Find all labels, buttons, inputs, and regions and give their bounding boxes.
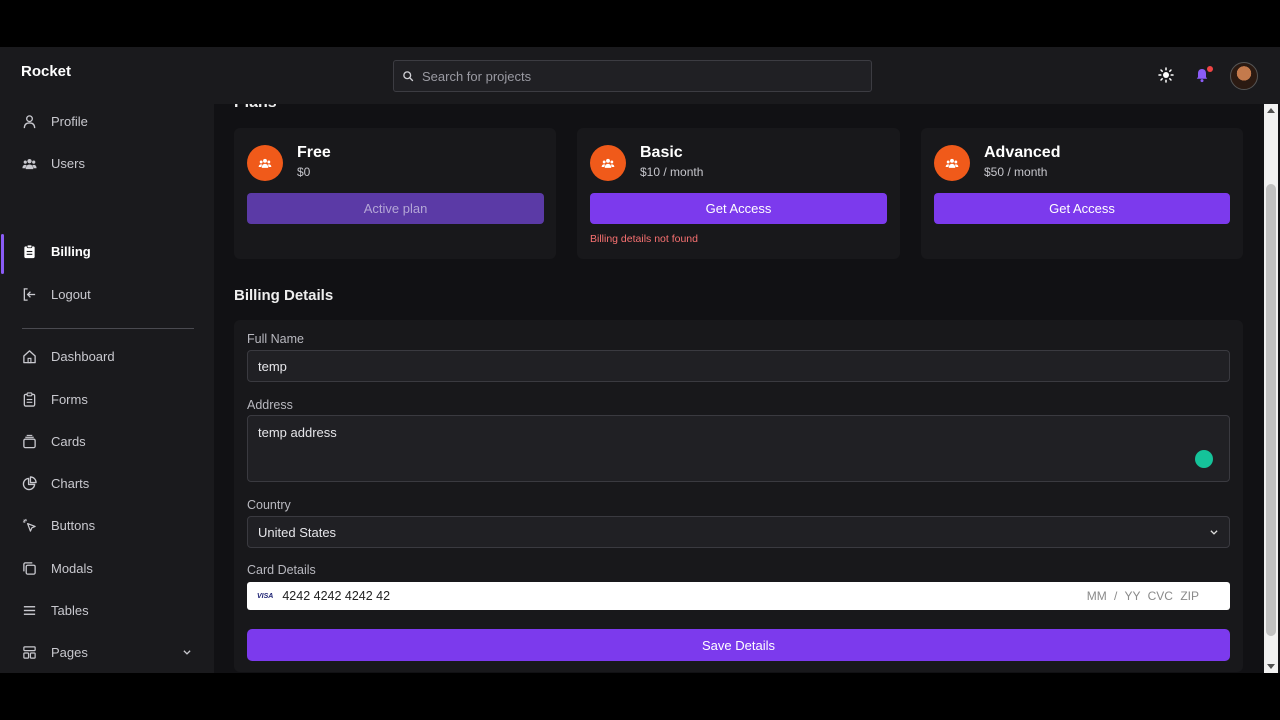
sidebar-item-label: Billing (51, 243, 91, 259)
plan-price: $50 / month (984, 165, 1048, 179)
sidebar-item-label: Cards (51, 433, 86, 449)
notification-dot (1207, 66, 1213, 72)
active-plan-button: Active plan (247, 193, 544, 224)
country-select[interactable]: United States (247, 516, 1230, 548)
card-details-field[interactable]: VISA 4242 4242 4242 42 MM / YY CVC ZIP (247, 582, 1230, 610)
chevron-down-icon (1210, 530, 1218, 535)
address-field[interactable]: temp address (247, 415, 1230, 482)
users-icon (258, 158, 272, 168)
sidebar-item-forms[interactable]: Forms (0, 382, 214, 416)
sidebar-divider (22, 328, 194, 329)
plan-name: Free (297, 144, 331, 161)
save-details-button[interactable]: Save Details (247, 629, 1230, 661)
sidebar-item-label: Charts (51, 475, 90, 491)
address-label: Address (247, 398, 293, 412)
plan-badge (590, 145, 626, 181)
search-input[interactable] (422, 68, 842, 84)
pie-chart-icon (22, 475, 37, 490)
sun-icon[interactable] (1158, 67, 1174, 83)
plan-badge (247, 145, 283, 181)
sidebar-item-dashboard[interactable]: Dashboard (0, 339, 214, 373)
country-label: Country (247, 498, 291, 512)
sidebar-item-tables[interactable]: Tables (0, 593, 214, 627)
error-message: Billing details not found (590, 233, 698, 245)
sidebar-item-label: Buttons (51, 517, 96, 533)
card-details-label: Card Details (247, 563, 316, 577)
visa-card-icon: VISA (257, 592, 274, 600)
address-value: temp address (258, 425, 337, 440)
sidebar-item-label: Logout (51, 286, 91, 302)
plan-price: $0 (297, 165, 311, 179)
plan-price: $10 / month (640, 165, 704, 179)
scrollbar-thumb[interactable] (1266, 184, 1276, 636)
sidebar-item-label: Tables (51, 602, 89, 618)
chevron-down-icon (183, 650, 191, 655)
user-icon (23, 114, 36, 128)
home-icon (23, 349, 36, 363)
clipboard-icon (24, 244, 35, 258)
plan-name: Advanced (984, 144, 1061, 161)
card-expiry-input[interactable]: MM / YY (1087, 589, 1141, 603)
sidebar-item-label: Forms (51, 391, 88, 407)
logout-icon (23, 287, 36, 301)
cards-icon (23, 434, 36, 448)
plan-name: Basic (640, 144, 683, 161)
get-access-button[interactable]: Get Access (934, 193, 1230, 224)
sidebar: Profile Users Billing Logout Dashboard F… (0, 104, 214, 673)
sidebar-item-billing[interactable]: Billing (0, 234, 214, 268)
search-icon (403, 71, 414, 82)
users-icon (601, 158, 615, 168)
list-icon (23, 605, 36, 615)
scroll-down-arrow[interactable] (1267, 664, 1275, 669)
full-name-field[interactable]: temp (247, 350, 1230, 382)
modal-icon (23, 561, 36, 575)
main-scrollbar[interactable] (1264, 104, 1278, 673)
main-content: Plans Free $0 Active plan Basic $10 / mo… (214, 104, 1264, 673)
search-bar[interactable] (393, 60, 872, 92)
plan-card-advanced: Advanced $50 / month Get Access (921, 128, 1243, 259)
users-icon (22, 158, 37, 169)
pages-icon (23, 645, 36, 659)
cursor-click-icon (22, 518, 36, 532)
plan-card-free: Free $0 Active plan (234, 128, 556, 259)
sidebar-item-users[interactable]: Users (0, 146, 214, 180)
sidebar-item-buttons[interactable]: Buttons (0, 508, 214, 542)
section-title-plans: Plans (234, 104, 277, 112)
card-cvc-input[interactable]: CVC (1148, 589, 1173, 603)
billing-form: Full Name temp Address temp address Coun… (234, 320, 1243, 672)
plan-badge (934, 145, 970, 181)
sidebar-item-label: Users (51, 155, 85, 171)
users-icon (945, 158, 959, 168)
sidebar-item-pages[interactable]: Pages (0, 635, 214, 669)
sidebar-item-label: Profile (51, 113, 88, 129)
card-zip-input[interactable]: ZIP (1180, 589, 1199, 603)
grammarly-icon[interactable] (1195, 450, 1213, 468)
plan-card-basic: Basic $10 / month Get Access Billing det… (577, 128, 900, 259)
avatar[interactable] (1230, 62, 1258, 90)
sidebar-item-cards[interactable]: Cards (0, 424, 214, 458)
full-name-label: Full Name (247, 332, 304, 346)
get-access-button[interactable]: Get Access (590, 193, 887, 224)
sidebar-item-label: Modals (51, 560, 93, 576)
sidebar-item-logout[interactable]: Logout (0, 277, 214, 311)
card-extra-fields: MM / YY CVC ZIP (1087, 589, 1199, 603)
top-header: Rocket (0, 47, 1280, 104)
app-window: Rocket Profile Users (0, 47, 1280, 673)
sidebar-item-modals[interactable]: Modals (0, 551, 214, 585)
sidebar-item-label: Dashboard (51, 348, 115, 364)
scroll-up-arrow[interactable] (1267, 108, 1275, 113)
brand-logo[interactable]: Rocket (21, 63, 71, 80)
card-number-input[interactable]: 4242 4242 4242 42 (282, 589, 390, 603)
country-value: United States (258, 524, 337, 540)
sidebar-item-profile[interactable]: Profile (0, 104, 214, 138)
clipboard-icon (23, 391, 36, 407)
sidebar-item-charts[interactable]: Charts (0, 466, 214, 500)
section-title-billing: Billing Details (234, 287, 334, 304)
sidebar-item-label: Pages (51, 644, 88, 660)
